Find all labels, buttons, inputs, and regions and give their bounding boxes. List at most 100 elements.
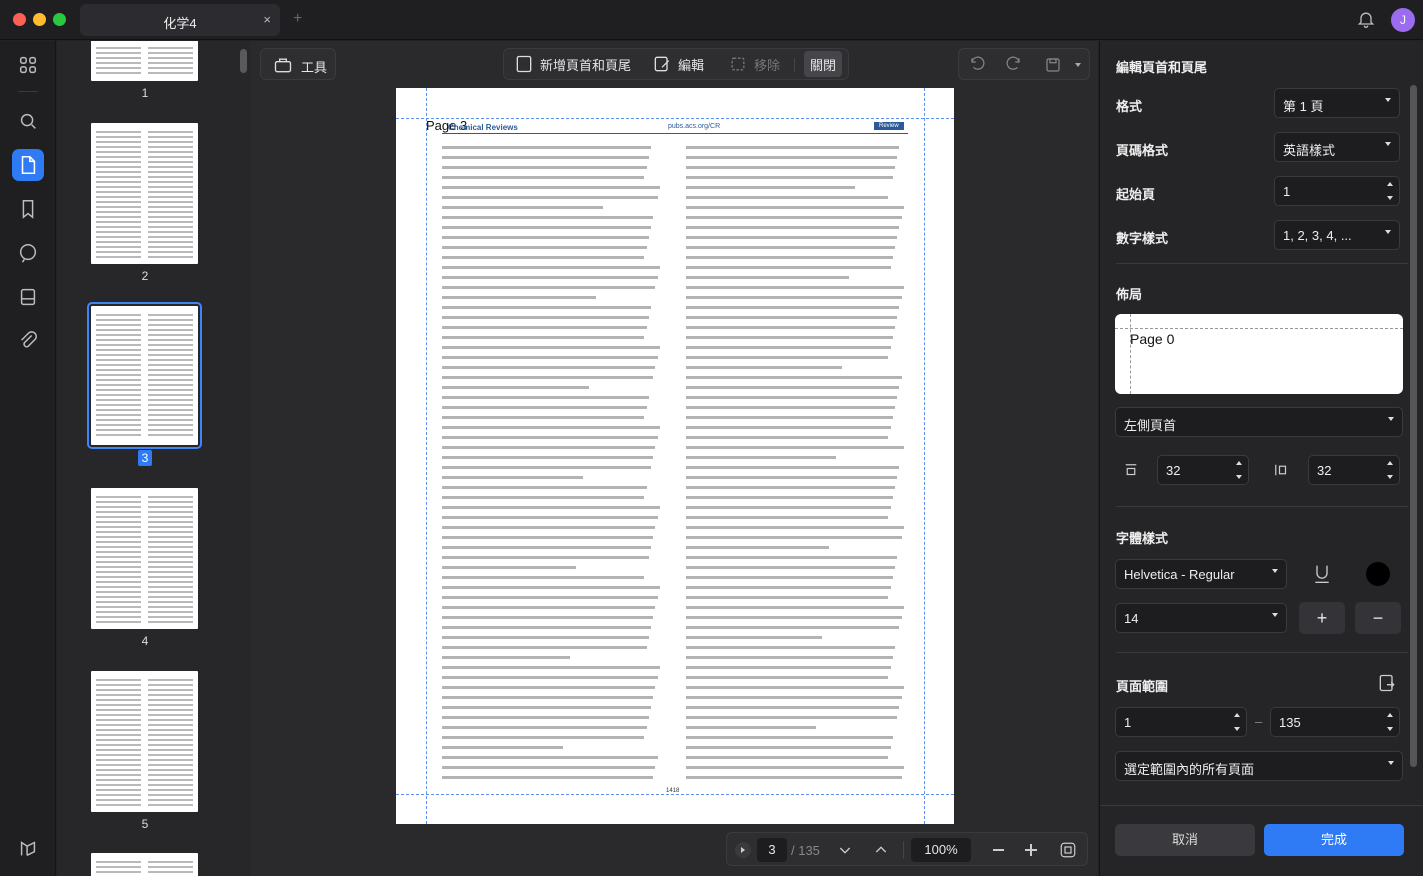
redo-icon[interactable] (1004, 56, 1022, 74)
thumbnail-page-2[interactable] (91, 123, 198, 264)
page-thumbnails-panel: 1 2 3 4 5 (57, 41, 250, 876)
undo-icon[interactable] (969, 56, 987, 74)
side-margin-stepper[interactable]: 32 (1308, 455, 1400, 485)
thumbnail-text-line (147, 679, 193, 681)
done-button[interactable]: 完成 (1264, 824, 1404, 856)
thumbnail-text-line (147, 556, 193, 558)
notification-bell-icon[interactable] (1356, 9, 1378, 31)
close-button[interactable]: 關閉 (804, 51, 842, 77)
thumbnail-text-line (96, 496, 142, 498)
stepper-icon[interactable] (1387, 713, 1393, 731)
edit-button[interactable]: 編輯 (652, 49, 704, 79)
thumbnail-text-line (147, 774, 193, 776)
zoom-in-icon[interactable] (1025, 844, 1037, 856)
top-margin-stepper[interactable]: 32 (1157, 455, 1249, 485)
expand-nav-button[interactable] (735, 842, 751, 858)
range-end-stepper[interactable]: 135 (1270, 707, 1400, 737)
pdf-page[interactable]: Page 3 Chemical Reviews pubs.acs.org/CR … (396, 88, 954, 824)
next-page-icon[interactable] (837, 842, 853, 858)
close-tab-icon[interactable]: × (263, 12, 271, 27)
text-line (686, 316, 898, 319)
close-window-button[interactable] (13, 13, 26, 26)
thumbnail-text-line (147, 136, 193, 138)
thumbnail-text-line (147, 364, 193, 366)
thumbnail-text-line (96, 699, 142, 701)
thumbnail-page-3[interactable] (87, 302, 202, 449)
thumbnail-text-line (96, 586, 142, 588)
thumbnail-text-line (96, 621, 142, 623)
text-line (686, 446, 904, 449)
thumbnail-text-line (96, 429, 142, 431)
dropdown-arrow-icon (1272, 613, 1278, 617)
font-family-select[interactable]: Helvetica - Regular (1115, 559, 1287, 589)
stepper-icon[interactable] (1387, 461, 1393, 479)
previous-page-icon[interactable] (873, 842, 889, 858)
thumbnail-text-line (96, 236, 142, 238)
thumbnail-page-1[interactable] (91, 41, 198, 81)
font-color-swatch[interactable] (1366, 562, 1390, 586)
panel-scrollbar[interactable] (1410, 85, 1417, 767)
range-option-select[interactable]: 選定範圍內的所有頁面 (1115, 751, 1403, 781)
add-header-footer-button[interactable]: 新增頁首和頁尾 (514, 49, 631, 79)
chevron-down-icon[interactable] (1075, 63, 1081, 67)
comment-icon[interactable] (14, 239, 42, 267)
text-line (442, 396, 649, 399)
layout-preview: Page 0 (1115, 314, 1403, 394)
text-line (686, 186, 856, 189)
attachment-icon[interactable] (14, 327, 42, 355)
zoom-window-button[interactable] (53, 13, 66, 26)
tools-button[interactable]: 工具 (260, 48, 336, 80)
thumbnail-text-line (96, 251, 142, 253)
format-select[interactable]: 第 1 頁 (1274, 88, 1400, 118)
text-line (686, 236, 898, 239)
range-start-stepper[interactable]: 1 (1115, 707, 1247, 737)
page-icon[interactable] (12, 149, 44, 181)
thumbnail-text-line (147, 714, 193, 716)
thumbnail-text-line (96, 679, 142, 681)
thumbnail-text-line (96, 861, 142, 863)
thumbnail-page-5[interactable] (91, 671, 198, 812)
increase-font-button[interactable]: + (1299, 602, 1345, 634)
zoom-level[interactable]: 100% (911, 838, 971, 862)
thumbnail-text-line (96, 871, 142, 873)
font-size-select[interactable]: 14 (1115, 603, 1287, 633)
cancel-button[interactable]: 取消 (1115, 824, 1255, 856)
grid-icon[interactable] (14, 51, 42, 79)
text-line (686, 276, 849, 279)
remove-button[interactable]: 移除 (728, 49, 780, 79)
thumbnail-text-line (96, 434, 142, 436)
thumbnail-page-6[interactable] (91, 853, 198, 876)
text-line (442, 596, 658, 599)
thumbnail-text-line (96, 389, 142, 391)
search-icon[interactable] (14, 107, 42, 135)
user-avatar[interactable]: J (1391, 8, 1415, 32)
page-range-icon[interactable] (1377, 673, 1397, 693)
decrease-font-button[interactable]: − (1355, 602, 1401, 634)
bookmark-icon[interactable] (14, 195, 42, 223)
fit-page-icon[interactable] (1059, 841, 1077, 859)
position-select[interactable]: 左側頁首 (1115, 407, 1403, 437)
sidebar-toggle-icon[interactable] (14, 834, 42, 862)
edit-icon (654, 56, 670, 72)
new-tab-button[interactable]: + (293, 10, 302, 28)
current-page-input[interactable]: 3 (757, 838, 787, 862)
stepper-icon[interactable] (1234, 713, 1240, 731)
thumbnail-scrollbar[interactable] (240, 49, 247, 73)
zoom-out-icon[interactable] (993, 849, 1004, 851)
thumbnail-text-line (147, 146, 193, 148)
thumbnail-text-line (147, 369, 193, 371)
thumbnail-text-line (147, 419, 193, 421)
page-number-format-select[interactable]: 英語樣式 (1274, 132, 1400, 162)
stamp-icon[interactable] (14, 283, 42, 311)
stepper-icon[interactable] (1387, 182, 1393, 200)
document-tab[interactable]: 化学4 × (80, 4, 280, 36)
number-style-select[interactable]: 1, 2, 3, 4, ... (1274, 220, 1400, 250)
text-line (686, 606, 904, 609)
start-page-stepper[interactable]: 1 (1274, 176, 1400, 206)
minimize-window-button[interactable] (33, 13, 46, 26)
thumbnail-page-4[interactable] (91, 488, 198, 629)
stepper-icon[interactable] (1236, 461, 1242, 479)
thumbnail-text-line (147, 566, 193, 568)
save-icon[interactable] (1044, 56, 1062, 74)
underline-icon[interactable] (1312, 563, 1332, 585)
